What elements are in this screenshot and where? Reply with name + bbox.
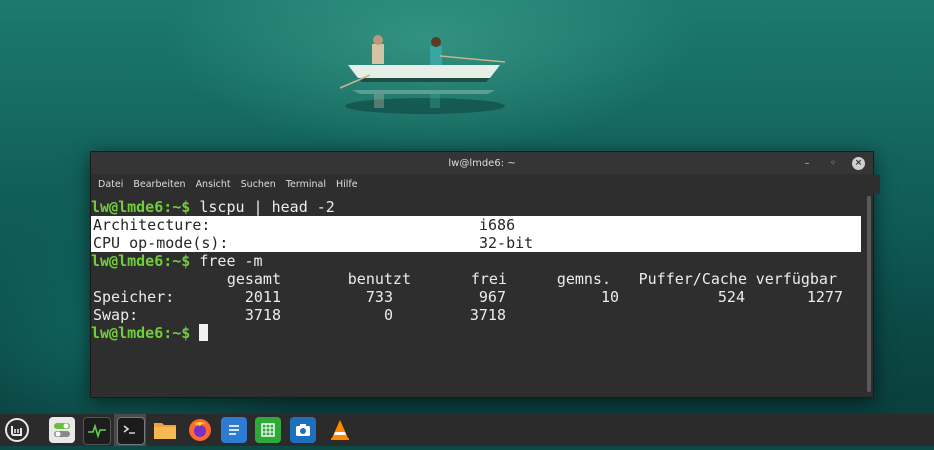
maximize-icon[interactable]: ◦ [826,156,840,170]
menu-bearbeiten[interactable]: Bearbeiten [133,179,185,190]
text-cursor [199,324,209,341]
menu-terminal[interactable]: Terminal [286,179,326,190]
table-cell: 967 [478,288,506,306]
minimize-icon[interactable]: – [800,156,814,170]
table-cell: 524 [717,288,745,306]
table-cell: 10 [600,288,619,306]
writer-document-icon[interactable] [221,417,247,443]
free-row: Swap: 3718 0 3718 [91,306,863,324]
system-monitor-icon[interactable] [83,417,111,445]
command-line: lw@lmde6:~$ lscpu | head -2 [91,198,863,216]
scrollbar-thumb[interactable] [867,196,871,392]
command-line: lw@lmde6:~$ free -m [91,252,863,270]
column-header: frei [470,270,507,288]
column-header: gemns. [556,270,611,288]
terminal-window[interactable]: lw@lmde6: ~ – ◦ × Datei Bearbeiten Ansic… [90,151,880,398]
column-header: Puffer/Cache [638,270,747,288]
mint-menu-icon[interactable] [4,417,30,443]
row-label: Speicher: [93,288,175,306]
menu-hilfe[interactable]: Hilfe [336,179,358,190]
vlc-icon[interactable] [327,417,353,443]
close-icon[interactable]: × [852,156,865,170]
menu-ansicht[interactable]: Ansicht [196,179,231,190]
title-bar[interactable]: lw@lmde6: ~ – ◦ × [91,152,873,174]
row-label: Swap: [93,306,139,324]
prompt: lw@lmde6:~$ [91,324,191,342]
files-folder-icon[interactable] [152,417,178,443]
terminal-output[interactable]: lw@lmde6:~$ lscpu | head -2 Architecture… [91,196,863,394]
output-key: CPU op-mode(s): [93,234,229,252]
output-value: 32-bit [479,234,534,252]
menu-suchen[interactable]: Suchen [241,179,276,190]
settings-toggle-icon[interactable] [49,417,75,443]
command-line: lw@lmde6:~$ [91,324,863,342]
output-key: Architecture: [93,216,211,234]
camera-app-icon[interactable] [290,417,316,443]
output-row: Architecture: i686 [91,216,861,234]
column-header: verfügbar [755,270,837,288]
table-cell: 3718 [244,306,281,324]
command-text: lscpu | head -2 [190,198,335,216]
window-title: lw@lmde6: ~ [448,157,516,169]
output-row: CPU op-mode(s): 32-bit [91,234,861,252]
column-header: gesamt [226,270,281,288]
table-cell: 3718 [469,306,506,324]
table-cell: 733 [365,288,393,306]
column-header: benutzt [347,270,411,288]
table-cell: 1277 [806,288,843,306]
command-text: free -m [190,252,263,270]
calc-spreadsheet-icon[interactable] [255,417,281,443]
firefox-icon[interactable] [187,417,213,443]
menu-bar: Datei Bearbeiten Ansicht Suchen Terminal… [91,175,880,194]
table-cell: 0 [383,306,393,324]
prompt: lw@lmde6:~$ [91,198,191,216]
free-row: Speicher: 2011 733 967 10 524 1277 [91,288,863,306]
free-header-row: gesamt benutzt frei gemns. Puffer/Cache … [91,270,863,288]
boat-picture [340,35,506,114]
table-cell: 2011 [244,288,281,306]
terminal-icon[interactable] [117,417,145,445]
prompt: lw@lmde6:~$ [91,252,191,270]
output-value: i686 [479,216,516,234]
menu-datei[interactable]: Datei [98,179,123,190]
